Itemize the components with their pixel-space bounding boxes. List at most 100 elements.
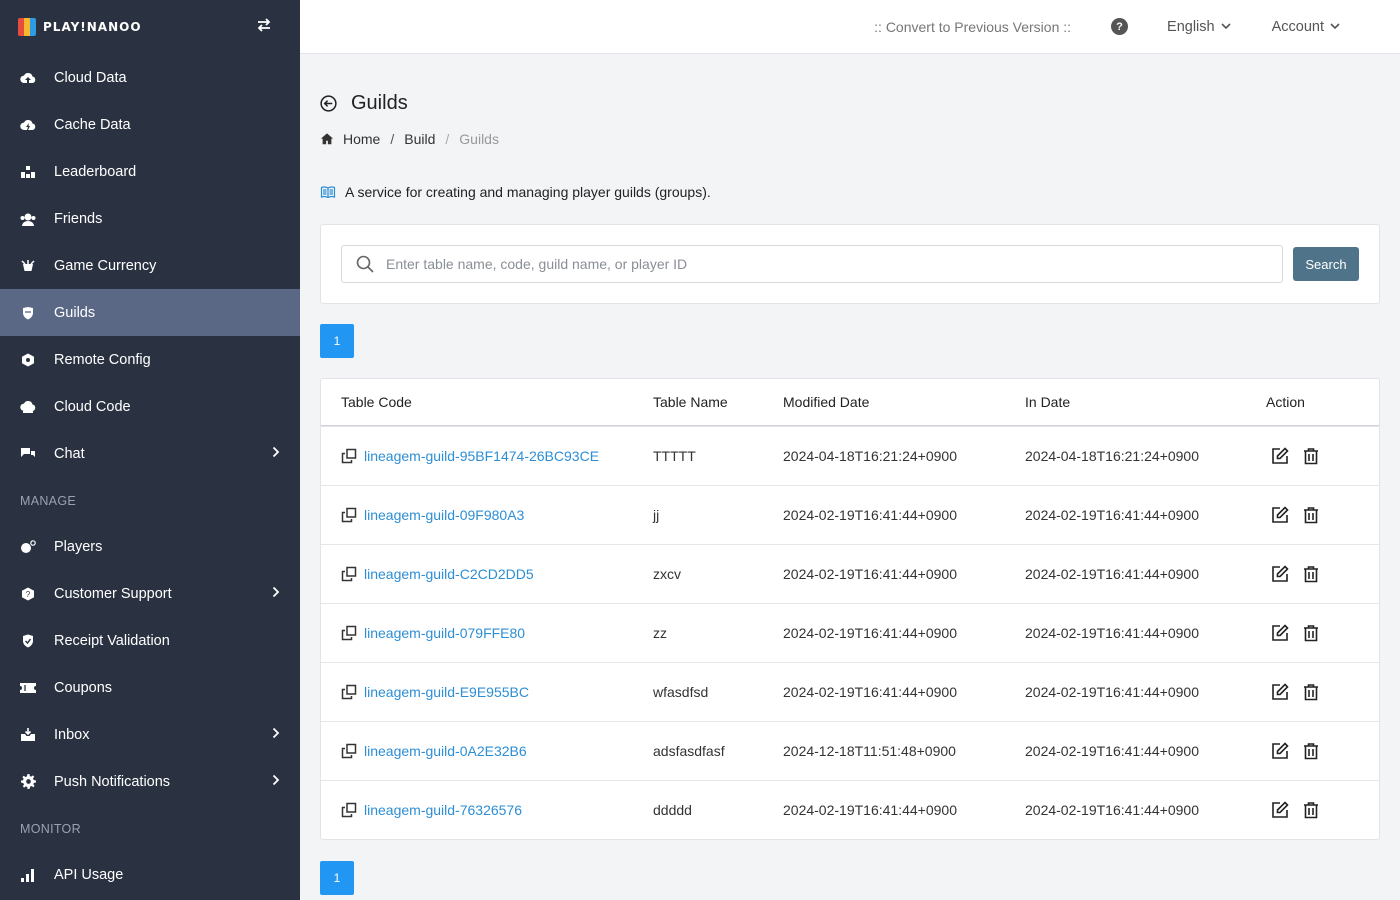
search-panel: Search — [320, 224, 1380, 304]
sidebar-item-customer-support[interactable]: ? Customer Support — [0, 570, 300, 617]
sidebar-item-friends[interactable]: Friends — [0, 195, 300, 242]
guild-shield-icon — [20, 305, 36, 321]
table-name-cell: wfasdfsd — [653, 684, 709, 700]
convert-version-link[interactable]: :: Convert to Previous Version :: — [874, 19, 1071, 35]
section-label-manage: MANAGE — [20, 494, 76, 508]
sidebar-item-label: Receipt Validation — [54, 632, 170, 649]
table-code-link[interactable]: lineagem-guild-09F980A3 — [364, 507, 524, 523]
edit-icon[interactable] — [1271, 624, 1289, 642]
sidebar-item-cache-data[interactable]: Cache Data — [0, 101, 300, 148]
edit-icon[interactable] — [1271, 683, 1289, 701]
logo-mark-icon — [18, 18, 36, 36]
sidebar-item-label: Chat — [54, 445, 85, 462]
back-arrow-icon[interactable] — [320, 94, 337, 112]
action-cell — [1266, 624, 1379, 642]
table-row: lineagem-guild-079FFE80 zz 2024-02-19T16:4… — [321, 603, 1379, 662]
sidebar-item-players[interactable]: Players — [0, 523, 300, 570]
sidebar-item-push-notifications[interactable]: Push Notifications — [0, 758, 300, 805]
action-cell — [1266, 565, 1379, 583]
sidebar-item-label: API Usage — [54, 866, 124, 883]
external-link-icon[interactable] — [341, 566, 357, 582]
gear-icon — [20, 774, 36, 790]
table-code-link[interactable]: lineagem-guild-76326576 — [364, 802, 522, 818]
page-button[interactable]: 1 — [320, 861, 354, 895]
search-input[interactable] — [386, 256, 1268, 272]
sidebar: PLAY!NANOO Cloud Data Cache Data Leaderboa… — [0, 0, 300, 900]
table-code-link[interactable]: lineagem-guild-0A2E32B6 — [364, 743, 527, 759]
edit-icon[interactable] — [1271, 565, 1289, 583]
action-cell — [1266, 506, 1379, 524]
delete-icon[interactable] — [1302, 565, 1320, 583]
table-code-cell: lineagem-guild-76326576 — [321, 802, 653, 818]
external-link-icon[interactable] — [341, 507, 357, 523]
sidebar-item-chat[interactable]: Chat — [0, 430, 300, 477]
sidebar-item-leaderboard[interactable]: Leaderboard — [0, 148, 300, 195]
external-link-icon[interactable] — [341, 625, 357, 641]
breadcrumb-home[interactable]: Home — [343, 131, 380, 147]
help-icon[interactable]: ? — [1111, 18, 1129, 35]
edit-icon[interactable] — [1271, 742, 1289, 760]
external-link-icon[interactable] — [341, 448, 357, 464]
external-link-icon[interactable] — [341, 684, 357, 700]
delete-icon[interactable] — [1302, 683, 1320, 701]
swap-arrows-icon[interactable] — [256, 17, 272, 38]
table-row: lineagem-guild-95BF1474-26BC93CE TTTTT 202… — [321, 426, 1379, 485]
table-code-link[interactable]: lineagem-guild-C2CD2DD5 — [364, 566, 534, 582]
currency-icon — [20, 258, 36, 274]
sidebar-item-game-currency[interactable]: Game Currency — [0, 242, 300, 289]
delete-icon[interactable] — [1302, 801, 1320, 819]
edit-icon[interactable] — [1271, 506, 1289, 524]
table-name-cell: adsfasdfasf — [653, 743, 725, 759]
in-date-cell: 2024-02-19T16:41:44+0900 — [1025, 566, 1199, 582]
brand-bar: PLAY!NANOO — [0, 0, 300, 54]
sidebar-item-api-usage[interactable]: API Usage — [0, 851, 300, 898]
sidebar-item-label: Inbox — [54, 726, 90, 743]
edit-icon[interactable] — [1271, 801, 1289, 819]
sidebar-item-label: Guilds — [54, 304, 96, 321]
sidebar-item-label: Game Currency — [54, 257, 157, 274]
table-row: lineagem-guild-E9E955BC wfasdfsd 2024-02-1… — [321, 662, 1379, 721]
sidebar-item-cloud-code[interactable]: Cloud Code — [0, 383, 300, 430]
column-header[interactable]: In Date — [1025, 394, 1266, 410]
table-code-link[interactable]: lineagem-guild-079FFE80 — [364, 625, 525, 641]
breadcrumb-build[interactable]: Build — [404, 131, 435, 147]
logo[interactable]: PLAY!NANOO — [18, 18, 142, 36]
column-header[interactable]: Modified Date — [783, 394, 1025, 410]
sidebar-item-inbox[interactable]: Inbox — [0, 711, 300, 758]
delete-icon[interactable] — [1302, 624, 1320, 642]
column-header[interactable]: Table Code — [321, 394, 653, 410]
sidebar-item-cloud-data[interactable]: Cloud Data — [0, 54, 300, 101]
table-name-cell: zz — [653, 625, 667, 641]
table-code-cell: lineagem-guild-E9E955BC — [321, 684, 653, 700]
column-header[interactable]: Table Name — [653, 394, 783, 410]
topbar: :: Convert to Previous Version :: ? Engl… — [300, 0, 1400, 54]
sidebar-item-remote-config[interactable]: Remote Config — [0, 336, 300, 383]
in-date-cell: 2024-02-19T16:41:44+0900 — [1025, 684, 1199, 700]
table-code-cell: lineagem-guild-95BF1474-26BC93CE — [321, 448, 653, 464]
external-link-icon[interactable] — [341, 743, 357, 759]
sidebar-item-guilds[interactable]: Guilds — [0, 289, 300, 336]
sidebar-item-receipt-validation[interactable]: Receipt Validation — [0, 617, 300, 664]
account-label: Account — [1271, 18, 1324, 35]
page-button[interactable]: 1 — [320, 324, 354, 358]
search-button[interactable]: Search — [1293, 247, 1359, 281]
action-cell — [1266, 801, 1379, 819]
action-cell — [1266, 447, 1379, 465]
external-link-icon[interactable] — [341, 802, 357, 818]
edit-icon[interactable] — [1271, 447, 1289, 465]
delete-icon[interactable] — [1302, 506, 1320, 524]
delete-icon[interactable] — [1302, 742, 1320, 760]
account-dropdown[interactable]: Account — [1272, 19, 1340, 35]
table-code-link[interactable]: lineagem-guild-E9E955BC — [364, 684, 529, 700]
page-header: Guilds — [320, 88, 1380, 118]
pagination-top: 1 — [320, 324, 1380, 358]
leaderboard-icon — [20, 164, 36, 180]
support-icon: ? — [20, 586, 36, 602]
delete-icon[interactable] — [1302, 447, 1320, 465]
page-description: A service for creating and managing play… — [320, 183, 1380, 200]
table-code-link[interactable]: lineagem-guild-95BF1474-26BC93CE — [364, 448, 599, 464]
language-dropdown[interactable]: English — [1167, 19, 1231, 35]
action-cell — [1266, 742, 1379, 760]
sidebar-item-coupons[interactable]: Coupons — [0, 664, 300, 711]
coupon-icon — [20, 680, 36, 696]
